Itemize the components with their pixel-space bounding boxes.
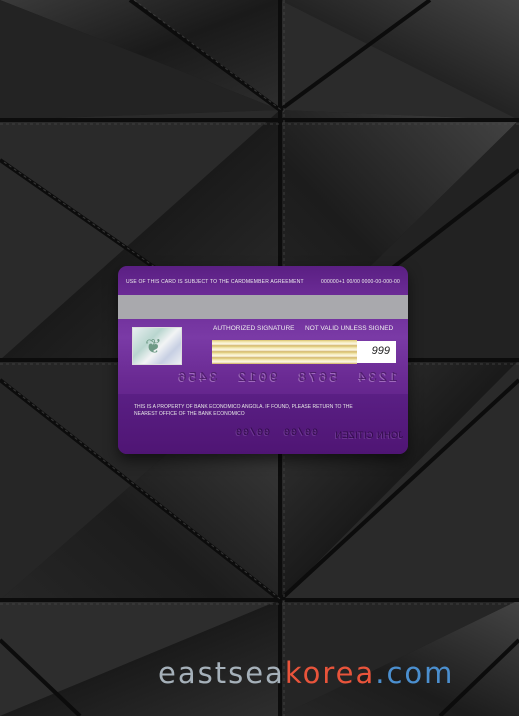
terms-code: 000000+1 00/00 [321,279,361,285]
credit-card-back: USE OF THIS CARD IS SUBJECT TO THE CARDM… [118,266,408,454]
hologram: ❦ [132,327,182,365]
watermark-part3: .com [375,656,455,690]
terms-phone: 0000-00-000-00 [361,279,400,285]
authorized-signature-label: AUTHORIZED SIGNATURE [213,325,295,332]
not-valid-label: NOT VALID UNLESS SIGNED [305,325,394,332]
card-bottom-band [118,394,408,454]
watermark-part2: korea [284,656,376,690]
watermark-part1: eastsea [158,656,285,690]
card-terms-line: USE OF THIS CARD IS SUBJECT TO THE CARDM… [126,279,400,287]
magnetic-stripe [118,295,408,319]
embossed-card-number: 1234 5678 9012 3456 [176,370,398,386]
cvv-box: 999 [357,341,396,363]
watermark: eastseakorea.com [158,656,454,690]
dove-icon: ❦ [145,334,162,358]
embossed-name: JOHN CITIZEN [335,430,403,440]
embossed-dates: 00/00 00/00 [234,428,318,439]
signature-panel [212,340,357,364]
terms-text: USE OF THIS CARD IS SUBJECT TO THE CARDM… [126,279,304,285]
property-notice: THIS IS A PROPERTY OF BANK ECONOMICO ANG… [134,404,353,417]
cvv-code: 999 [371,345,390,357]
